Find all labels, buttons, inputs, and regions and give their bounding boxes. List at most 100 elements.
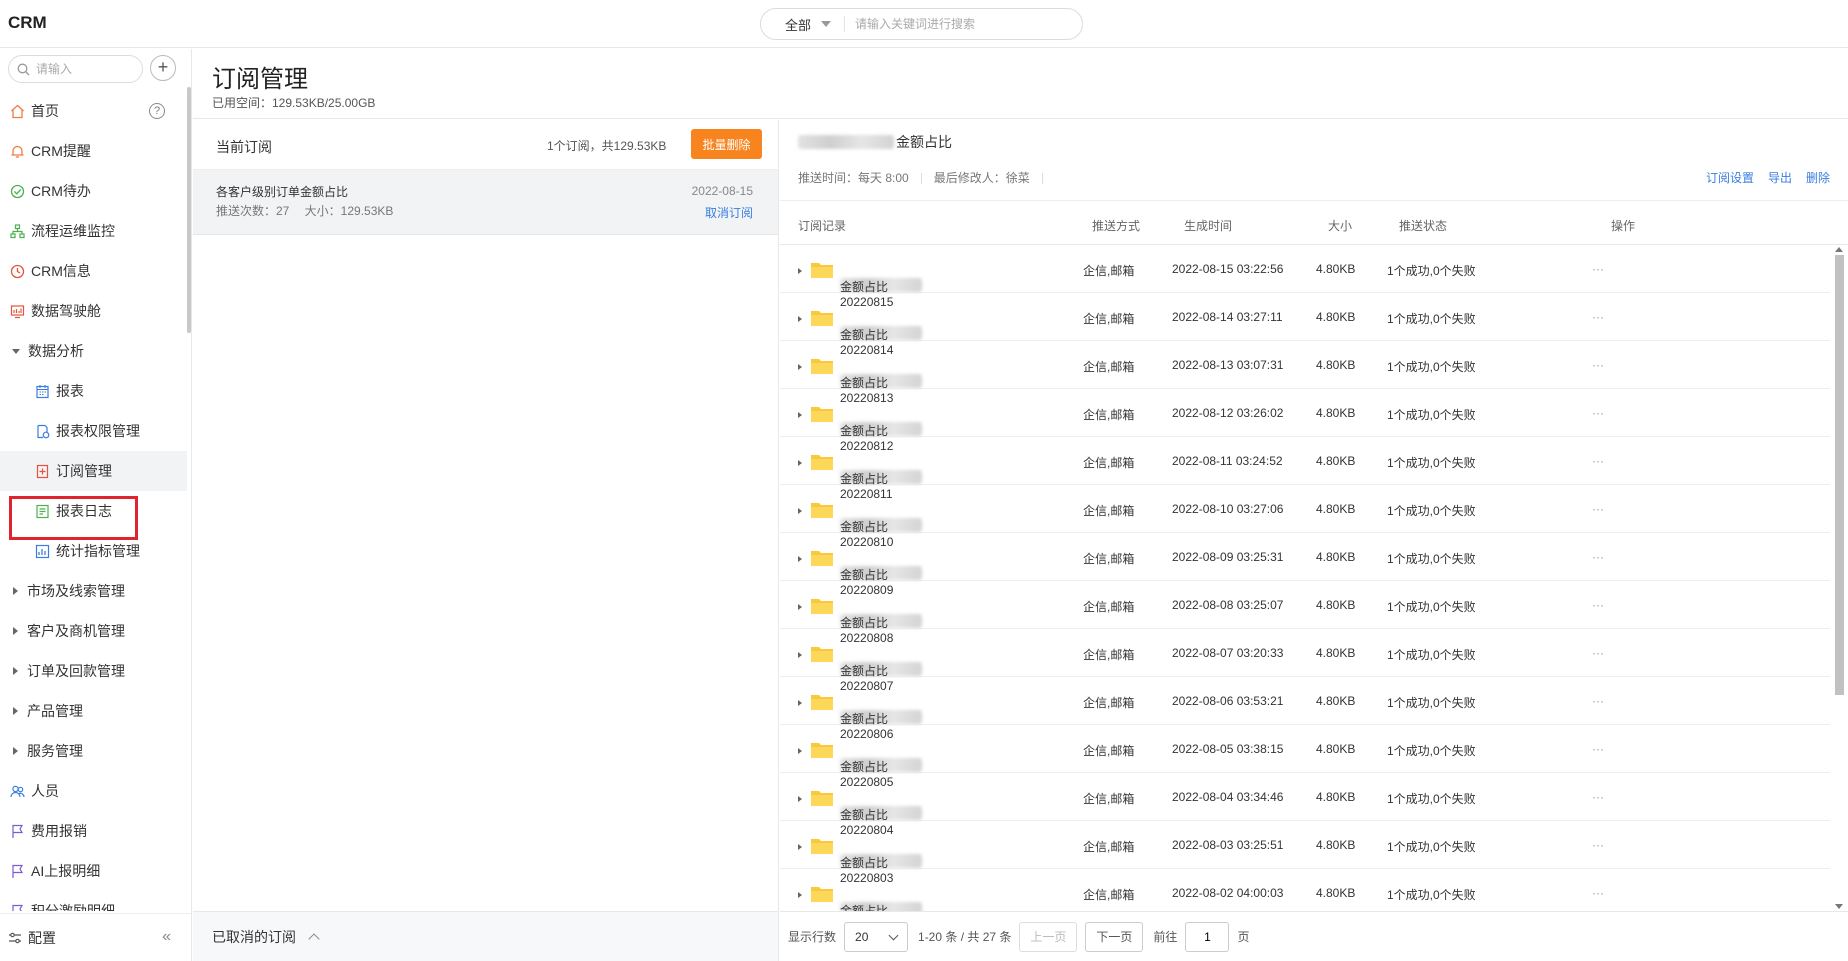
global-search: 全部	[760, 8, 1083, 40]
file-size: 4.80KB	[1316, 694, 1356, 708]
more-actions-icon[interactable]: ···	[1592, 886, 1604, 900]
expand-row-icon[interactable]	[798, 748, 802, 754]
sidebar-item-customer-opportunity[interactable]: 客户及商机管理	[0, 611, 187, 651]
sidebar-item-service[interactable]: 服务管理	[0, 731, 187, 771]
cancel-subscription-link[interactable]: 取消订阅	[705, 204, 753, 221]
table-row[interactable]: 金额占比 20220807 企信,邮箱 2022-08-07 03:20:33 4.8…	[780, 629, 1830, 693]
table-row[interactable]: 金额占比 20220805 企信,邮箱 2022-08-05 03:38:15 4.8…	[780, 725, 1830, 789]
sidebar-item-subscription[interactable]: 订阅管理	[0, 451, 187, 491]
expand-row-icon[interactable]	[798, 556, 802, 562]
brand-logo[interactable]: CRM	[8, 13, 47, 33]
table-row[interactable]: 金额占比 20220811 企信,邮箱 2022-08-11 03:24:52 4.8…	[780, 437, 1830, 501]
sidebar-footer-config[interactable]: 配置 «	[0, 913, 191, 961]
more-actions-icon[interactable]: ···	[1592, 310, 1604, 324]
table-row[interactable]: 金额占比 20220802 企信,邮箱 2022-08-02 04:00:03 4.8…	[780, 869, 1830, 911]
expand-row-icon[interactable]	[798, 268, 802, 274]
expand-row-icon[interactable]	[798, 604, 802, 610]
expand-row-icon[interactable]	[798, 700, 802, 706]
expand-row-icon[interactable]	[798, 508, 802, 514]
prev-page-button[interactable]: 上一页	[1019, 921, 1078, 952]
table-row[interactable]: 金额占比 20220809 企信,邮箱 2022-08-09 03:25:31 4.8…	[780, 533, 1830, 597]
sidebar-item-people[interactable]: 人员	[0, 771, 187, 811]
expand-row-icon[interactable]	[798, 460, 802, 466]
more-actions-icon[interactable]: ···	[1592, 598, 1604, 612]
scroll-up-arrow-icon[interactable]	[1835, 247, 1843, 252]
export-link[interactable]: 导出	[1768, 169, 1792, 186]
more-actions-icon[interactable]: ···	[1592, 454, 1604, 468]
add-button[interactable]: +	[150, 55, 176, 81]
more-actions-icon[interactable]: ···	[1592, 790, 1604, 804]
subscription-item[interactable]: 各客户级别订单金额占比 推送次数：27 大小：129.53KB 2022-08-…	[193, 170, 778, 235]
expand-row-icon[interactable]	[798, 844, 802, 850]
table-row[interactable]: 金额占比 20220814 企信,邮箱 2022-08-14 03:27:11 4.8…	[780, 293, 1830, 357]
more-actions-icon[interactable]: ···	[1592, 358, 1604, 372]
subscription-settings-link[interactable]: 订阅设置	[1706, 169, 1754, 186]
table-row[interactable]: 金额占比 20220803 企信,邮箱 2022-08-03 03:25:51 4.8…	[780, 821, 1830, 885]
global-search-input[interactable]	[855, 17, 1055, 31]
sidebar-item-label: 订阅管理	[56, 463, 112, 479]
sidebar-item-report-log[interactable]: 报表日志	[0, 491, 187, 531]
sidebar-item-product[interactable]: 产品管理	[0, 691, 187, 731]
sidebar-scrollbar[interactable]	[187, 87, 191, 333]
more-actions-icon[interactable]: ···	[1592, 646, 1604, 660]
subscription-name: 各客户级别订单金额占比	[216, 185, 349, 199]
more-actions-icon[interactable]: ···	[1592, 502, 1604, 516]
more-actions-icon[interactable]: ···	[1592, 694, 1604, 708]
sidebar-item-points[interactable]: 积分激励明细	[0, 891, 187, 911]
page-size-value: 20	[855, 929, 869, 944]
next-page-button[interactable]: 下一页	[1085, 921, 1144, 952]
sidebar-item-expense[interactable]: 费用报销	[0, 811, 187, 851]
sidebar-search-input[interactable]	[36, 62, 136, 76]
expand-row-icon[interactable]	[798, 796, 802, 802]
help-icon[interactable]: ?	[149, 103, 165, 119]
sidebar-item-label: 流程运维监控	[31, 223, 115, 239]
push-method: 企信,邮箱	[1083, 456, 1135, 470]
sidebar-item-data-analysis[interactable]: 数据分析	[0, 331, 187, 371]
table-row[interactable]: 金额占比 20220815 企信,邮箱 2022-08-15 03:22:56 4.8…	[780, 245, 1830, 309]
more-actions-icon[interactable]: ···	[1592, 262, 1604, 276]
sidebar-item-data-cockpit[interactable]: 数据驾驶舱	[0, 291, 187, 331]
bulk-delete-button[interactable]: 批量删除	[691, 129, 762, 159]
sidebar-item-ai-report[interactable]: AI上报明细	[0, 851, 187, 891]
scroll-down-arrow-icon[interactable]	[1835, 904, 1843, 909]
table-row[interactable]: 金额占比 20220810 企信,邮箱 2022-08-10 03:27:06 4.8…	[780, 485, 1830, 549]
table-row[interactable]: 金额占比 20220806 企信,邮箱 2022-08-06 03:53:21 4.8…	[780, 677, 1830, 741]
more-actions-icon[interactable]: ···	[1592, 838, 1604, 852]
sidebar-item-crm-todo[interactable]: CRM待办	[0, 171, 187, 211]
more-actions-icon[interactable]: ···	[1592, 406, 1604, 420]
sidebar-item-label: 报表	[56, 383, 84, 399]
collapse-sidebar-icon[interactable]: «	[162, 928, 171, 946]
expand-row-icon[interactable]	[798, 892, 802, 898]
sidebar-item-report-permission[interactable]: 报表权限管理	[0, 411, 187, 451]
detail-actions: 订阅设置 导出 删除	[1706, 169, 1830, 186]
detail-meta: 推送时间：每天 8:00 最后修改人：徐菜	[798, 169, 1055, 186]
scrollbar-thumb[interactable]	[1835, 255, 1844, 695]
sidebar-item-metrics[interactable]: 统计指标管理	[0, 531, 187, 571]
folder-icon	[811, 599, 833, 614]
expand-row-icon[interactable]	[798, 364, 802, 370]
sidebar-item-order-payment[interactable]: 订单及回款管理	[0, 651, 187, 691]
sidebar-item-market-leads[interactable]: 市场及线索管理	[0, 571, 187, 611]
expand-row-icon[interactable]	[798, 412, 802, 418]
page-size-select[interactable]: 20	[844, 921, 909, 952]
sidebar-item-process-monitor[interactable]: 流程运维监控	[0, 211, 187, 251]
sidebar-item-report[interactable]: 报表	[0, 371, 187, 411]
top-bar: CRM 全部	[0, 0, 1848, 48]
sidebar-item-home[interactable]: 首页 ?	[0, 91, 187, 131]
table-row[interactable]: 金额占比 20220812 企信,邮箱 2022-08-12 03:26:02 4.8…	[780, 389, 1830, 453]
table-row[interactable]: 金额占比 20220813 企信,邮箱 2022-08-13 03:07:31 4.8…	[780, 341, 1830, 405]
expand-row-icon[interactable]	[798, 316, 802, 322]
delete-link[interactable]: 删除	[1806, 169, 1830, 186]
sidebar-item-crm-reminder[interactable]: CRM提醒	[0, 131, 187, 171]
sidebar-item-crm-info[interactable]: CRM信息	[0, 251, 187, 291]
table-row[interactable]: 金额占比 20220804 企信,邮箱 2022-08-04 03:34:46 4.8…	[780, 773, 1830, 837]
more-actions-icon[interactable]: ···	[1592, 550, 1604, 564]
table-scrollbar[interactable]	[1832, 245, 1846, 911]
expand-row-icon[interactable]	[798, 652, 802, 658]
cancelled-subscriptions-toggle[interactable]: 已取消的订阅	[193, 911, 778, 961]
subscription-list-header: 当前订阅 1个订阅，共129.53KB 批量删除	[193, 120, 778, 170]
goto-page-input[interactable]	[1185, 921, 1230, 952]
search-scope-dropdown[interactable]: 全部	[761, 16, 845, 33]
more-actions-icon[interactable]: ···	[1592, 742, 1604, 756]
table-row[interactable]: 金额占比 20220808 企信,邮箱 2022-08-08 03:25:07 4.8…	[780, 581, 1830, 645]
